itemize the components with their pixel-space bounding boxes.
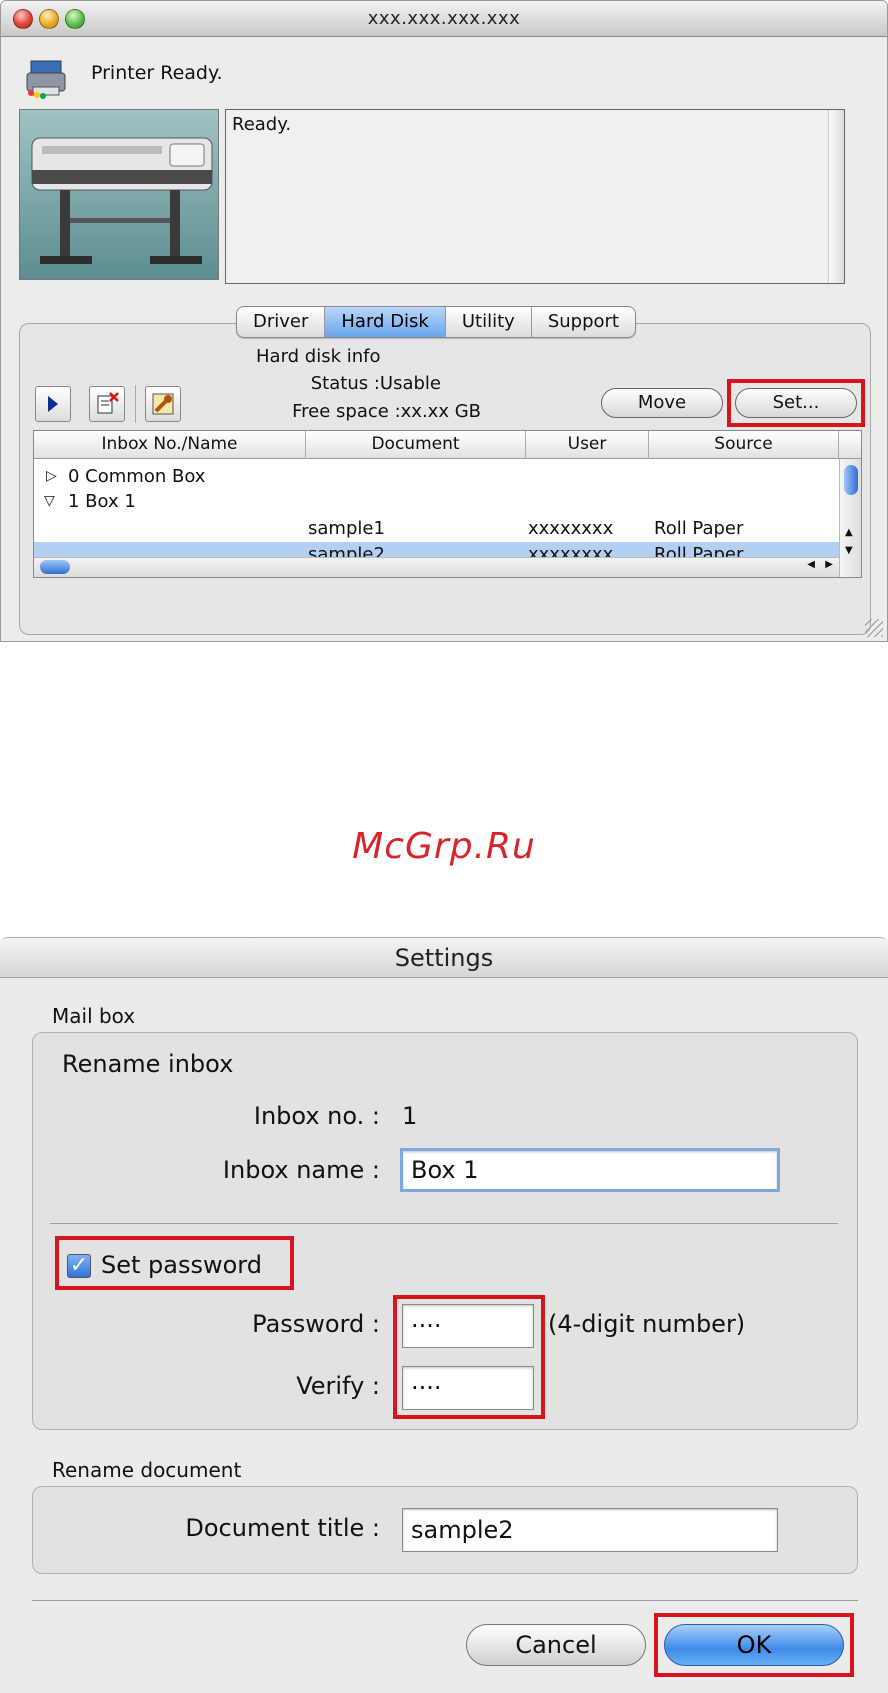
inbox-name-label: Inbox name : [222,1156,380,1184]
free-space-label: Free space : [292,401,401,422]
column-header-source[interactable]: Source [649,431,839,459]
tab-bar: Driver Hard Disk Utility Support [236,306,636,338]
printer-image [19,109,219,280]
job-properties-button[interactable] [145,386,181,422]
delete-document-icon [97,392,119,414]
password-label: Password : [252,1310,380,1338]
set-password-label[interactable]: Set password [101,1251,262,1279]
mail-box-label: Mail box [52,1004,136,1028]
document-title-field[interactable]: sample2 [402,1508,778,1552]
table-row[interactable]: ▽ 1 Box 1 [34,489,839,516]
scroll-right-arrow-icon[interactable]: ▶ [825,559,833,570]
table-row[interactable]: ▷ 0 Common Box [34,464,839,491]
scroll-left-arrow-icon[interactable]: ◀ [807,559,815,570]
disk-status-label: Status : [310,373,380,394]
scroll-up-arrow-icon[interactable]: ▲ [845,527,853,538]
tab-support[interactable]: Support [532,307,635,337]
password-hint: (4-digit number) [548,1310,746,1338]
column-header-document[interactable]: Document [306,431,526,459]
tab-hard-disk[interactable]: Hard Disk [325,307,446,337]
settings-title-bar: Settings [0,938,888,978]
table-horizontal-scrollbar[interactable]: ◀ ▶ [34,557,839,577]
play-icon [48,396,58,412]
settings-title: Settings [394,944,494,972]
button-divider [32,1600,858,1601]
printer-status-text: Printer Ready. [91,62,223,84]
watermark: McGrp.Ru [352,826,536,867]
move-button[interactable]: Move [601,388,723,418]
hard-disk-info-heading: Hard disk info [256,346,381,367]
inbox-no-value: 1 [402,1102,418,1130]
delete-job-button[interactable] [89,386,125,422]
inbox-name-field[interactable]: Box 1 [400,1148,780,1192]
user-cell: xxxxxxxx [528,518,614,539]
verify-label: Verify : [296,1372,380,1400]
disk-status: Status :Usable [201,373,441,394]
table-vertical-scrollbar[interactable]: ▲ ▼ [839,459,861,577]
window-title: xxx.xxx.xxx.xxx [367,8,521,29]
settings-dialog: Settings Mail box Rename inbox Inbox no.… [0,937,888,1693]
vertical-scroll-thumb[interactable] [844,465,858,495]
cancel-button[interactable]: Cancel [466,1624,646,1666]
message-scrollbar[interactable] [828,110,844,283]
table-row[interactable]: sample1 xxxxxxxx Roll Paper [34,516,839,543]
ok-button[interactable]: OK [664,1624,844,1666]
message-box: Ready. [225,109,845,284]
checkmark-icon: ✓ [69,1253,89,1278]
horizontal-scroll-thumb[interactable] [40,560,70,574]
table-header: Inbox No./Name Document User Source [34,431,861,459]
set-password-checkbox[interactable]: ✓ [67,1254,91,1278]
tab-driver[interactable]: Driver [237,307,326,337]
tab-utility[interactable]: Utility [446,307,532,337]
scroll-down-arrow-icon[interactable]: ▼ [845,545,853,556]
disclosure-triangle-icon[interactable]: ▽ [44,493,55,509]
disclosure-triangle-icon[interactable]: ▷ [46,468,57,484]
printer-status-icon [23,55,69,99]
disk-status-value: Usable [379,373,441,394]
inbox-no-label: Inbox no. : [253,1102,380,1130]
rename-document-label: Rename document [52,1458,242,1482]
free-space: Free space :xx.xx GB [241,401,481,422]
printer-status-window: xxx.xxx.xxx.xxx Printer Ready. Ready. Dr… [0,0,888,642]
section-divider [50,1223,838,1224]
toolbar-divider [135,385,136,423]
source-cell: Roll Paper [654,518,744,539]
wrench-icon [152,393,174,415]
document-cell: sample1 [308,518,385,539]
set-button[interactable]: Set... [735,388,857,418]
title-bar: xxx.xxx.xxx.xxx [1,1,887,37]
inbox-name-cell: 1 Box 1 [68,491,136,512]
resize-grip-icon[interactable] [865,619,883,637]
free-space-value: xx.xx GB [400,401,481,422]
password-field[interactable]: ···· [402,1304,534,1348]
document-title-label: Document title : [185,1514,380,1542]
message-text: Ready. [232,114,292,135]
inbox-name-cell: 0 Common Box [68,466,206,487]
print-job-button[interactable] [35,386,71,422]
column-header-inbox[interactable]: Inbox No./Name [34,431,306,459]
inbox-table: Inbox No./Name Document User Source ▷ 0 … [33,430,862,578]
verify-field[interactable]: ···· [402,1366,534,1410]
column-header-user[interactable]: User [526,431,649,459]
rename-inbox-heading: Rename inbox [62,1050,234,1078]
